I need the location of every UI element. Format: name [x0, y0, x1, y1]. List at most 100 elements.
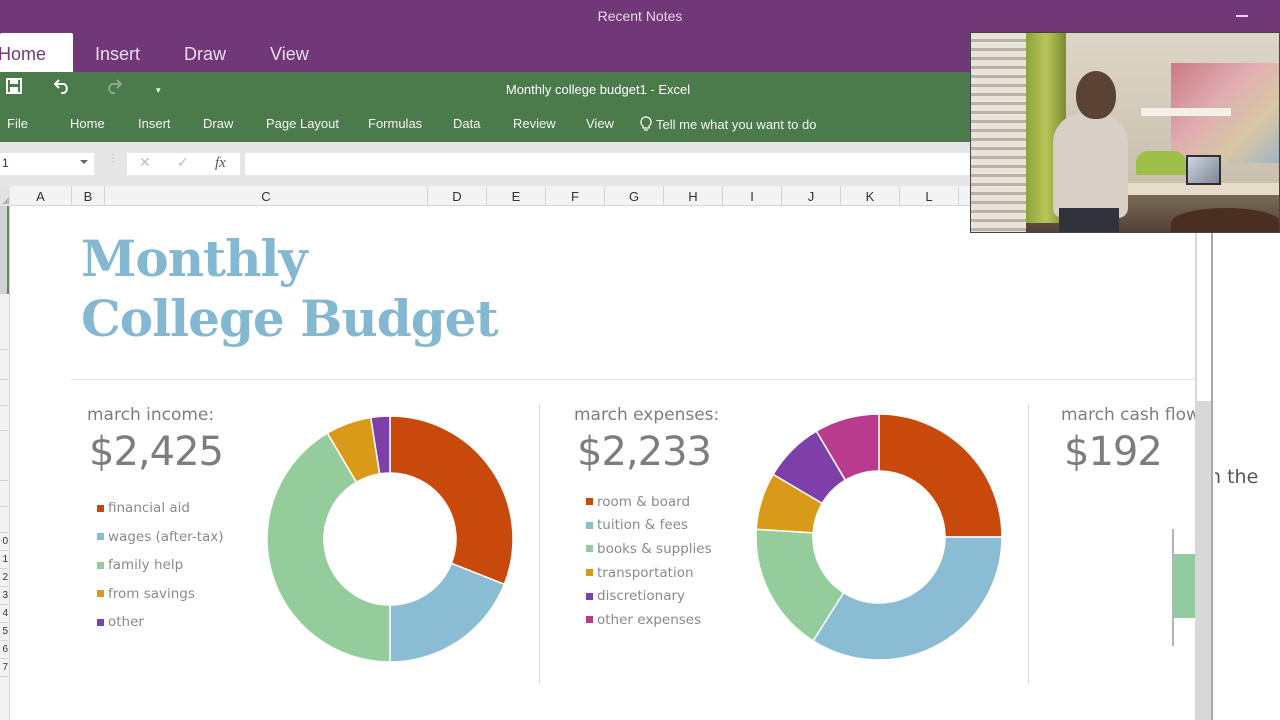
- video-scene-blinds: [971, 33, 1026, 232]
- formula-bar-grip[interactable]: ⋮: [108, 154, 118, 164]
- row-header[interactable]: [0, 380, 8, 406]
- legend-item: room & board: [586, 490, 712, 514]
- chevron-down-icon[interactable]: [80, 160, 88, 164]
- onenote-tab-insert[interactable]: Insert: [73, 33, 162, 72]
- onenote-page-canvas[interactable]: n the: [1215, 233, 1280, 720]
- row-header[interactable]: [0, 294, 8, 350]
- row-header[interactable]: [0, 350, 8, 380]
- enter-icon[interactable]: ✓: [177, 154, 189, 171]
- column-header[interactable]: B: [72, 186, 105, 206]
- excel-tab-page-layout[interactable]: Page Layout: [266, 116, 339, 131]
- donut-slice-tuition-fees[interactable]: [812, 536, 1003, 661]
- cancel-icon[interactable]: ✕: [139, 154, 151, 171]
- legend-swatch: [97, 618, 104, 626]
- row-header[interactable]: 6: [0, 641, 8, 659]
- name-box-value: 1: [2, 156, 9, 170]
- select-all-button[interactable]: [0, 186, 10, 206]
- title-line-1: Monthly: [81, 229, 308, 288]
- donut-slice-wages-after-tax-[interactable]: [389, 562, 506, 663]
- quick-access-toolbar: ▾: [0, 78, 200, 102]
- column-header[interactable]: E: [487, 186, 546, 206]
- legend-item: from savings: [97, 580, 224, 609]
- income-legend: financial aid wages (after-tax) family hel…: [97, 494, 224, 637]
- cashflow-bar[interactable]: [1174, 554, 1195, 618]
- column-header[interactable]: I: [723, 186, 782, 206]
- onenote-tab-home[interactable]: Home: [0, 33, 73, 72]
- excel-tab-view[interactable]: View: [586, 116, 614, 131]
- row-header[interactable]: 5: [0, 623, 8, 641]
- undo-icon[interactable]: [53, 78, 72, 102]
- title-line-2: College Budget: [81, 289, 499, 348]
- row-header[interactable]: [0, 481, 8, 507]
- insert-function-icon[interactable]: fx: [215, 155, 226, 172]
- legend-swatch: [586, 498, 593, 506]
- column-header[interactable]: J: [782, 186, 841, 206]
- row-header[interactable]: [0, 507, 8, 533]
- redo-icon[interactable]: [104, 78, 123, 102]
- section-divider: [539, 404, 540, 684]
- column-header[interactable]: D: [428, 186, 487, 206]
- customize-dropdown-icon[interactable]: ▾: [156, 78, 161, 102]
- formula-input[interactable]: [245, 153, 970, 175]
- excel-tab-draw[interactable]: Draw: [203, 116, 233, 131]
- excel-tab-home[interactable]: Home: [70, 116, 105, 131]
- legend-label: discretionary: [597, 588, 686, 605]
- minimize-icon[interactable]: [1236, 15, 1248, 17]
- expenses-donut-chart[interactable]: [754, 412, 1004, 662]
- vertical-scrollbar[interactable]: [1195, 207, 1213, 720]
- legend-item: wages (after-tax): [97, 523, 224, 552]
- expenses-total: $2,233: [577, 429, 712, 475]
- sheet-title: Monthly College Budget: [81, 229, 499, 349]
- column-header[interactable]: A: [10, 186, 72, 206]
- video-scene-laptop: [1186, 155, 1221, 185]
- tell-me-text: Tell me what you want to do: [656, 116, 817, 132]
- selected-row-header[interactable]: [0, 206, 9, 294]
- row-header[interactable]: 4: [0, 605, 8, 623]
- column-header[interactable]: H: [664, 186, 723, 206]
- row-header[interactable]: 1: [0, 551, 8, 569]
- column-header[interactable]: F: [546, 186, 605, 206]
- video-scene-person-head: [1076, 71, 1116, 119]
- legend-label: transportation: [597, 564, 694, 581]
- cashflow-label: march cash flow: [1061, 405, 1195, 425]
- row-header[interactable]: 0: [0, 533, 8, 551]
- row-headers: 0 1 2 3 4 5 6 7: [0, 206, 10, 720]
- video-scene-chair: [1171, 208, 1279, 232]
- excel-tab-insert[interactable]: Insert: [138, 116, 171, 131]
- row-header[interactable]: 2: [0, 569, 8, 587]
- column-header[interactable]: K: [841, 186, 900, 206]
- row-header[interactable]: 3: [0, 587, 8, 605]
- legend-label: books & supplies: [597, 540, 712, 557]
- legend-item: discretionary: [586, 584, 712, 608]
- income-donut-chart[interactable]: [265, 414, 515, 664]
- onenote-tab-view[interactable]: View: [248, 33, 331, 72]
- donut-slice-room-board[interactable]: [878, 413, 1003, 538]
- video-overlay[interactable]: [970, 32, 1280, 233]
- section-divider: [1028, 404, 1029, 684]
- legend-item: financial aid: [97, 494, 224, 523]
- legend-label: tuition & fees: [597, 517, 688, 534]
- save-icon[interactable]: [6, 78, 22, 102]
- excel-tab-review[interactable]: Review: [513, 116, 556, 131]
- tell-me-search[interactable]: Tell me what you want to do: [640, 116, 816, 132]
- worksheet[interactable]: Monthly College Budget march income: $2,…: [11, 207, 1195, 720]
- column-header[interactable]: G: [605, 186, 664, 206]
- name-box[interactable]: 1: [0, 153, 94, 175]
- row-header[interactable]: 7: [0, 659, 8, 677]
- column-header[interactable]: C: [105, 186, 428, 206]
- excel-tab-formulas[interactable]: Formulas: [368, 116, 422, 131]
- income-total: $2,425: [89, 429, 224, 475]
- onenote-tab-draw[interactable]: Draw: [162, 33, 248, 72]
- legend-item: other: [97, 608, 224, 637]
- legend-item: other expenses: [586, 608, 712, 632]
- column-header[interactable]: L: [900, 186, 959, 206]
- column-headers: A B C D E F G H I J K L: [0, 186, 970, 206]
- donut-slice-financial-aid[interactable]: [389, 415, 514, 586]
- scrollbar-thumb[interactable]: [1197, 207, 1211, 401]
- excel-tab-file[interactable]: File: [7, 116, 28, 131]
- legend-item: family help: [97, 551, 224, 580]
- excel-tab-data[interactable]: Data: [453, 116, 480, 131]
- row-header[interactable]: [0, 406, 8, 431]
- row-header[interactable]: [0, 431, 8, 481]
- legend-swatch: [97, 561, 104, 569]
